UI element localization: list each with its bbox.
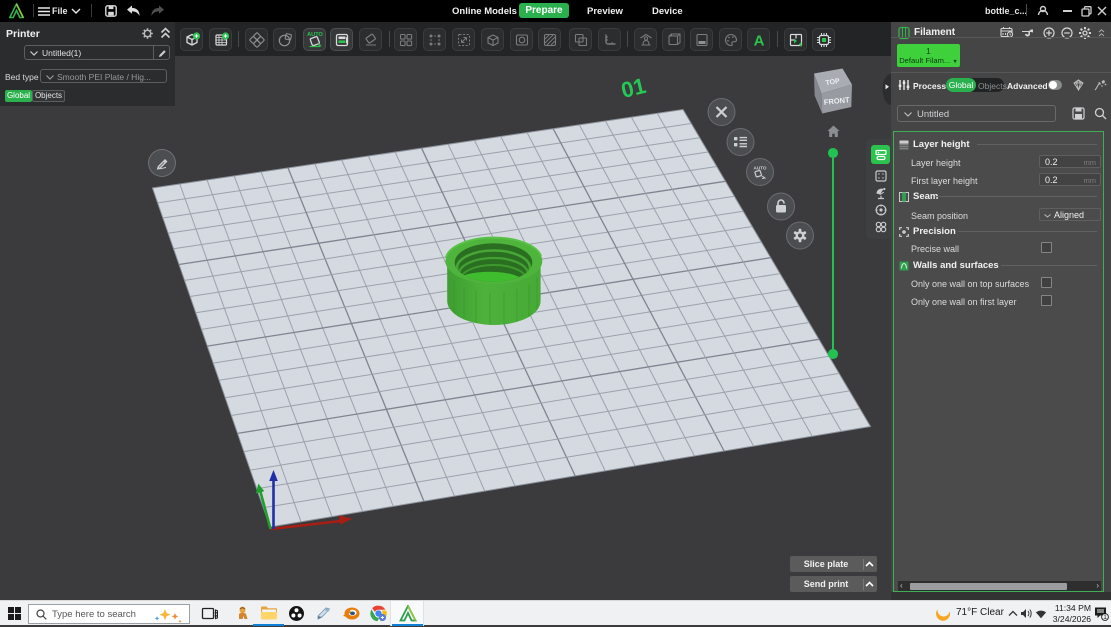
svg-text:01: 01 (619, 73, 649, 103)
svg-text:A: A (753, 32, 764, 49)
svg-text:AUTO: AUTO (754, 166, 767, 171)
svg-text:1: 1 (1103, 614, 1107, 621)
